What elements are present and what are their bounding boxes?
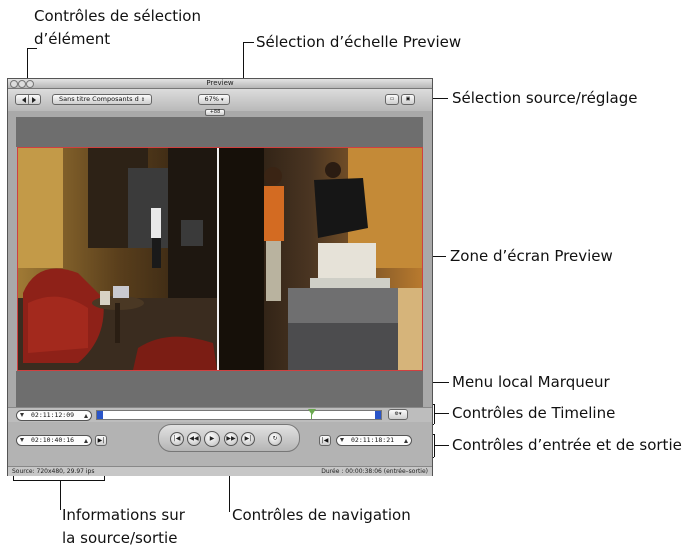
step-up-icon[interactable]	[404, 439, 408, 443]
callout-marker-menu: Menu local Marqueur	[452, 373, 610, 391]
callout-source-setting: Sélection source/réglage	[452, 89, 638, 107]
callout-item-selection-line2: d’élément	[34, 30, 111, 48]
go-to-out-button[interactable]: |◀	[319, 435, 331, 446]
go-to-out-icon: |◀	[321, 437, 329, 444]
previous-item-icon[interactable]	[22, 97, 26, 103]
loop-button[interactable]: ↻	[268, 432, 282, 446]
step-up-icon[interactable]	[84, 414, 88, 418]
item-popup[interactable]: Sans titre Composants d ⇕	[52, 94, 152, 105]
preview-window: Preview Sans titre Composants d ⇕ 67% ▾ …	[7, 78, 433, 476]
callout-source-info-line1: Informations sur	[62, 506, 185, 524]
leader-timeline	[434, 413, 449, 414]
callout-source-info-line2: la source/sortie	[62, 529, 178, 547]
source-info: Source: 720x480, 29.97 ips	[12, 468, 95, 475]
next-frame-button[interactable]: ▶▶	[224, 432, 238, 446]
play-button[interactable]: ▶	[204, 431, 220, 447]
chevron-down-icon[interactable]	[20, 413, 24, 417]
skip-end-icon: ▶|	[244, 435, 252, 442]
item-popup-label: Sans titre Composants d	[58, 95, 139, 103]
leader-info-v	[60, 480, 61, 510]
marker-popup-menu[interactable]: ⚙▾	[388, 409, 408, 420]
leader-item-selection-h	[27, 48, 37, 49]
chevron-down-icon: ▾	[221, 97, 224, 103]
callout-screen-area: Zone d’écran Preview	[450, 247, 613, 265]
in-point-icon[interactable]	[97, 411, 103, 419]
window-title: Preview	[206, 79, 234, 87]
go-to-start-button[interactable]: |◀	[170, 432, 184, 446]
setting-icon: ▣	[405, 96, 411, 102]
duration-info: Durée : 00:00:38:06 (entrée–sortie)	[321, 468, 428, 475]
go-to-end-button[interactable]: ▶|	[241, 432, 255, 446]
out-point-icon[interactable]	[375, 411, 381, 419]
playhead-icon[interactable]	[308, 409, 316, 415]
timeline-timecode-field[interactable]: 02:11:12:09	[16, 410, 92, 421]
callout-timeline-controls: Contrôles de Timeline	[452, 404, 616, 422]
callout-item-selection-line1: Contrôles de sélection	[34, 7, 201, 25]
fast-forward-icon: ▶▶	[226, 435, 236, 442]
in-timecode-value: 02:10:40:16	[31, 436, 75, 444]
chevron-down-icon[interactable]	[340, 438, 344, 442]
timeline-controls: 02:11:12:09 ⚙▾	[8, 407, 432, 422]
zoom-level: 67%	[204, 95, 219, 103]
scrubber-position[interactable]: +88	[205, 109, 225, 116]
skip-start-icon: |◀	[173, 435, 181, 442]
play-icon: ▶	[209, 435, 215, 442]
preview-screen-area[interactable]	[17, 147, 423, 371]
video-frame	[18, 148, 422, 370]
go-to-in-button[interactable]: ▶|	[95, 435, 107, 446]
timeline-track[interactable]	[96, 409, 382, 420]
leader-inout	[434, 445, 449, 446]
callout-nav-controls: Contrôles de navigation	[232, 506, 411, 524]
in-timecode-field[interactable]: 02:10:40:16	[16, 435, 92, 446]
leader-scale-h	[243, 42, 254, 43]
callout-scale-selection: Sélection d’échelle Preview	[256, 33, 462, 51]
bracket-info-bottom	[13, 480, 105, 481]
gear-icon: ⚙▾	[394, 411, 402, 417]
out-timecode-field[interactable]: 02:11:18:21	[336, 435, 412, 446]
source-view-button[interactable]: ▭	[385, 94, 399, 105]
item-nav-buttons	[15, 94, 41, 105]
next-item-icon[interactable]	[32, 97, 36, 103]
canvas-bottom-area	[16, 371, 423, 407]
step-up-icon[interactable]	[84, 439, 88, 443]
toolbar: Sans titre Composants d ⇕ 67% ▾ ▭ ▣	[8, 89, 432, 111]
out-timecode-value: 02:11:18:21	[351, 436, 395, 444]
go-to-in-icon: ▶|	[97, 437, 105, 444]
navigation-row: 02:10:40:16 ▶| |◀ ◀◀ ▶ ▶▶ ▶| ↻ |◀ 02:11:…	[8, 422, 432, 466]
setting-view-button[interactable]: ▣	[401, 94, 415, 105]
canvas-top-area	[16, 117, 423, 147]
title-bar[interactable]: Preview	[8, 79, 432, 89]
status-bar: Source: 720x480, 29.97 ips Durée : 00:00…	[8, 466, 432, 476]
callout-in-out-controls: Contrôles d’entrée et de sortie	[452, 436, 682, 454]
popup-chevron-icon: ⇕	[140, 97, 146, 103]
source-icon: ▭	[389, 96, 395, 102]
timeline-timecode-value: 02:11:12:09	[31, 411, 75, 419]
scrubber-position-value: +88	[209, 109, 221, 115]
zoom-popup[interactable]: 67% ▾	[198, 94, 230, 105]
rewind-icon: ◀◀	[189, 435, 199, 442]
previous-frame-button[interactable]: ◀◀	[187, 432, 201, 446]
loop-icon: ↻	[272, 435, 278, 442]
bracket-timeline-v	[434, 404, 435, 424]
chevron-down-icon[interactable]	[20, 438, 24, 442]
